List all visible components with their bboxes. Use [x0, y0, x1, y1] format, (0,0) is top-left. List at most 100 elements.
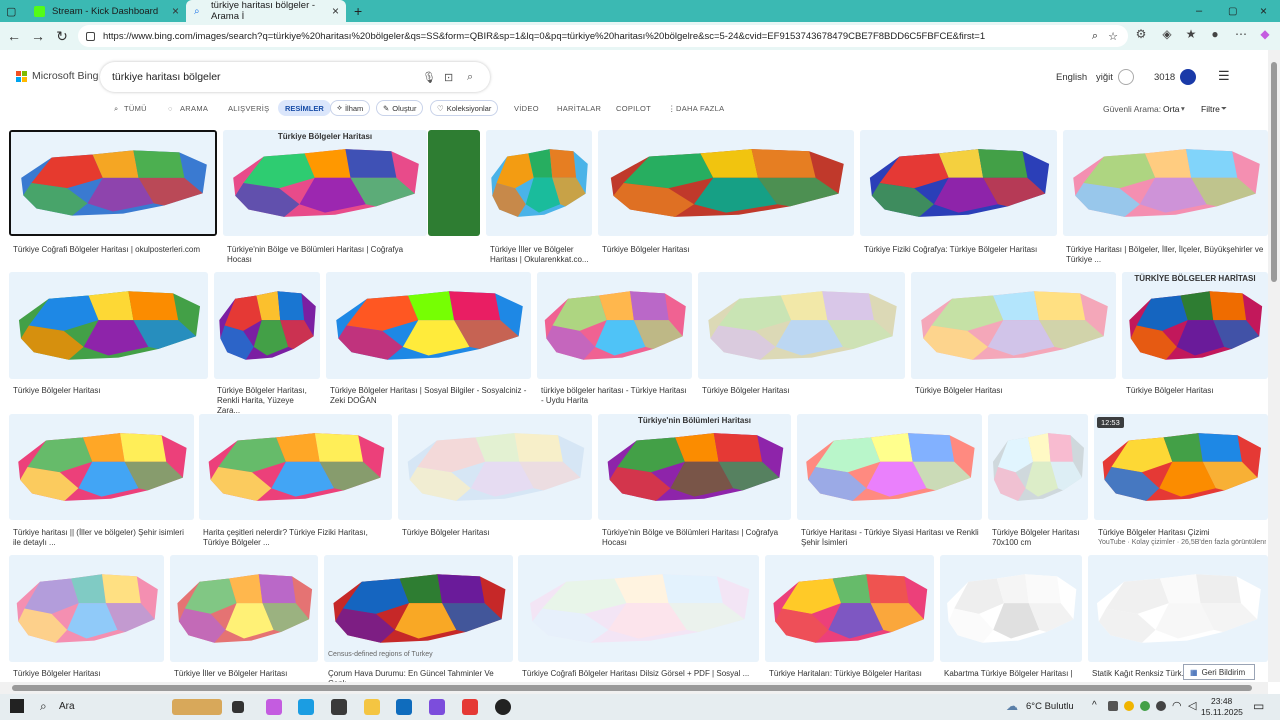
result-caption[interactable]: türkiye bölgeler haritası - Türkiye Hari…: [541, 386, 690, 406]
tray-icon[interactable]: [1124, 701, 1134, 711]
volume-icon[interactable]: ◁: [1188, 699, 1196, 712]
safe-search-value[interactable]: Orta: [1163, 104, 1180, 114]
app-icon[interactable]: [429, 699, 445, 715]
result-caption[interactable]: Türkiye Bölgeler Haritası 70x100 cm: [992, 528, 1086, 548]
bing-logo[interactable]: Microsoft Bing: [16, 70, 99, 82]
result-thumbnail[interactable]: [9, 414, 194, 520]
result-thumbnail[interactable]: [940, 555, 1082, 662]
outlook-icon[interactable]: [396, 699, 412, 715]
result-thumbnail[interactable]: [698, 272, 905, 379]
result-thumbnail[interactable]: [486, 130, 592, 236]
file-explorer-icon[interactable]: [364, 699, 380, 715]
result-caption[interactable]: Türkiye Bölgeler Haritası: [402, 528, 590, 538]
scrollbar-thumb[interactable]: [1271, 62, 1277, 282]
result-caption[interactable]: Türkiye Bölgeler Haritası, Renkli Harita…: [217, 386, 317, 416]
result-caption[interactable]: Türkiye Bölgeler Haritası: [602, 245, 852, 255]
result-thumbnail[interactable]: [199, 414, 392, 520]
result-thumbnail[interactable]: [911, 272, 1116, 379]
result-caption[interactable]: Türkiye Coğrafi Bölgeler Haritası | okul…: [13, 245, 215, 255]
result-thumbnail[interactable]: [9, 272, 208, 379]
result-thumbnail[interactable]: [214, 272, 320, 379]
result-caption[interactable]: Türkiye'nin Bölge ve Bölümleri Haritası …: [602, 528, 789, 548]
result-caption[interactable]: Türkiye Haritaları: Türkiye Bölgeler Har…: [769, 669, 932, 679]
result-caption[interactable]: Harita çeşitleri nelerdir? Türkiye Fizik…: [203, 528, 390, 548]
result-thumbnail[interactable]: [1088, 555, 1268, 662]
result-thumbnail[interactable]: [9, 555, 164, 662]
scrollbar-thumb[interactable]: [12, 685, 1252, 691]
tray-chevron-icon[interactable]: ^: [1092, 700, 1097, 711]
extensions-icon[interactable]: ⚙: [1132, 27, 1150, 45]
vertical-scrollbar[interactable]: [1268, 50, 1280, 682]
clock-date[interactable]: 15.11.2025: [1201, 707, 1243, 717]
url-field[interactable]: https://www.bing.com/images/search?q=tür…: [78, 25, 1128, 47]
language-link[interactable]: English: [1056, 72, 1087, 83]
zoom-icon[interactable]: ⌕: [1092, 30, 1098, 43]
search-icon[interactable]: ⌕: [467, 71, 473, 84]
refresh-icon[interactable]: ↻: [50, 28, 74, 45]
tab-bing[interactable]: ⌕ türkiye haritası bölgeler - Arama İ ×: [186, 0, 346, 22]
result-thumbnail[interactable]: Türkiye'nin Bölümleri Haritası: [598, 414, 791, 520]
filter-inspiration[interactable]: ⟡ İlham: [330, 100, 371, 116]
weather-text[interactable]: 6°C Bulutlu: [1026, 701, 1074, 712]
taskbar-search[interactable]: Ara: [59, 701, 75, 712]
search-icon[interactable]: ⌕: [40, 699, 47, 714]
result-caption[interactable]: Türkiye Bölgeler Haritası: [13, 669, 162, 679]
filter-create[interactable]: ✎ Oluştur: [376, 100, 424, 116]
avatar[interactable]: [1118, 69, 1134, 85]
visual-search-icon[interactable]: ⊡: [444, 71, 453, 84]
filter-maps[interactable]: HARİTALAR: [557, 104, 601, 113]
feedback-button[interactable]: ▦ Geri Bildirim: [1183, 664, 1255, 680]
result-thumbnail[interactable]: [518, 555, 759, 662]
microphone-icon[interactable]: 🎙: [422, 71, 436, 84]
extension-icon[interactable]: ◈: [1158, 27, 1176, 45]
result-caption[interactable]: Türkiye Haritası | Bölgeler, İller, İlçe…: [1066, 245, 1265, 265]
tab-kick[interactable]: Stream - Kick Dashboard ×: [26, 0, 186, 22]
result-caption[interactable]: Türkiye Bölgeler Haritası | Sosyal Bilgi…: [330, 386, 529, 406]
store-icon[interactable]: [331, 699, 347, 715]
close-tab-icon[interactable]: ×: [332, 4, 339, 18]
task-view-icon[interactable]: [232, 701, 244, 713]
copilot-icon[interactable]: ◆: [1256, 27, 1274, 45]
result-caption[interactable]: Türkiye Coğrafi Bölgeler Haritası Dilsiz…: [522, 669, 757, 679]
result-caption[interactable]: Türkiye Haritası - Türkiye Siyasi Harita…: [801, 528, 980, 548]
result-thumbnail[interactable]: [398, 414, 592, 520]
result-thumbnail[interactable]: [324, 555, 513, 662]
filter-collections[interactable]: ♡ Koleksiyonlar: [430, 100, 499, 116]
filter-copilot[interactable]: COPILOT: [616, 104, 651, 113]
back-icon[interactable]: ←: [2, 28, 26, 44]
notifications-icon[interactable]: ▭: [1253, 699, 1264, 713]
result-caption[interactable]: Türkiye'nin Bölge ve Bölümleri Haritası …: [227, 245, 425, 265]
new-tab-icon[interactable]: +: [354, 3, 362, 19]
close-tab-icon[interactable]: ×: [172, 4, 179, 18]
result-thumbnail[interactable]: [537, 272, 692, 379]
result-thumbnail[interactable]: TÜRKİYE BÖLGELER HARİTASI: [1122, 272, 1268, 379]
filter-search[interactable]: ARAMA: [180, 104, 208, 113]
result-thumbnail[interactable]: [988, 414, 1088, 520]
result-thumbnail[interactable]: [170, 555, 318, 662]
window-menu-icon[interactable]: ▢: [6, 5, 26, 18]
filter-all[interactable]: TÜMÜ: [124, 104, 147, 113]
filter-video[interactable]: VİDEO: [514, 104, 539, 113]
result-thumbnail[interactable]: [598, 130, 854, 236]
wifi-icon[interactable]: ◠: [1172, 699, 1182, 712]
result-thumbnail[interactable]: [860, 130, 1057, 236]
result-caption[interactable]: Türkiye Bölgeler Haritası: [1126, 386, 1266, 396]
result-thumbnail[interactable]: [326, 272, 531, 379]
settings-more-icon[interactable]: ⋯: [1232, 27, 1250, 45]
result-thumbnail[interactable]: [1063, 130, 1268, 236]
result-caption[interactable]: Türkiye Bölgeler Haritası: [13, 386, 206, 396]
result-thumbnail[interactable]: [797, 414, 982, 520]
tray-icon[interactable]: [1108, 701, 1118, 711]
tray-icon[interactable]: [1140, 701, 1150, 711]
result-caption[interactable]: Türkiye haritası || (İller ve bölgeler) …: [13, 528, 192, 548]
user-name[interactable]: yiğit: [1096, 72, 1113, 83]
result-caption[interactable]: Türkiye Bölgeler Haritası: [915, 386, 1114, 396]
widgets-icon[interactable]: [172, 699, 222, 715]
result-caption[interactable]: Türkiye İller ve Bölgeler Haritası | Oku…: [490, 245, 590, 265]
close-window-icon[interactable]: ×: [1260, 4, 1267, 18]
filter-images[interactable]: RESİMLER: [278, 100, 331, 116]
result-thumbnail[interactable]: [9, 130, 217, 236]
rewards-points[interactable]: 3018: [1154, 72, 1175, 83]
tray-icon[interactable]: [1156, 701, 1166, 711]
menu-icon[interactable]: ☰: [1218, 68, 1230, 84]
